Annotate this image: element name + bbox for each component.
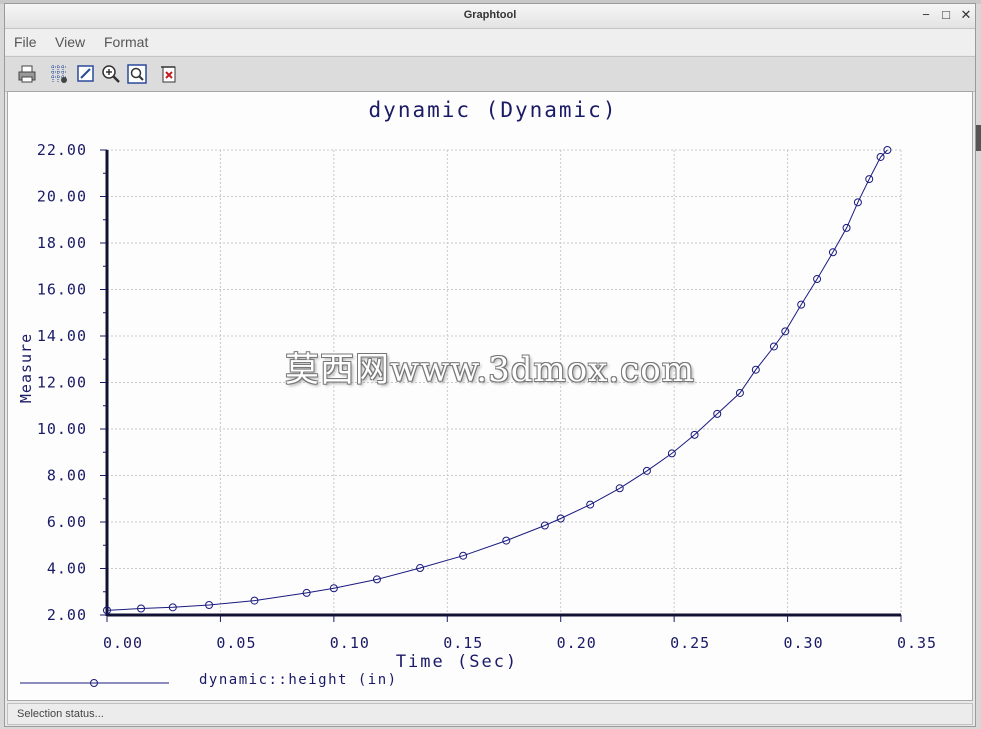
grid-icon[interactable] [49, 64, 69, 84]
y-tick-label: 4.00 [47, 560, 87, 578]
legend: dynamic::height (in) [20, 672, 398, 688]
x-tick-label: 0.30 [784, 634, 824, 652]
legend-label: dynamic::height (in) [199, 672, 398, 688]
graphtool-window: Graphtool − □ ✕ File View Format dynamic… [4, 3, 976, 727]
scrollbar-handle[interactable] [976, 125, 981, 151]
zoom-fit-icon[interactable] [127, 64, 147, 84]
x-tick-label: 0.35 [897, 634, 937, 652]
maximize-icon[interactable]: □ [937, 7, 955, 23]
minimize-icon[interactable]: − [917, 7, 935, 23]
print-icon[interactable] [17, 64, 37, 84]
edit-icon[interactable] [76, 64, 96, 84]
chart-title: dynamic (Dynamic) [369, 98, 618, 122]
y-tick-label: 10.00 [37, 420, 87, 438]
menu-view[interactable]: View [55, 34, 85, 50]
watermark: 莫西网www.3dmox.com [285, 350, 695, 390]
x-tick-label: 0.05 [216, 634, 256, 652]
y-tick-label: 22.00 [37, 141, 87, 159]
close-icon[interactable]: ✕ [957, 7, 975, 23]
x-tick-label: 0.25 [670, 634, 710, 652]
menu-format[interactable]: Format [104, 34, 148, 50]
x-tick-label: 0.15 [443, 634, 483, 652]
export-icon[interactable] [159, 64, 179, 84]
zoom-in-icon[interactable] [101, 64, 121, 84]
y-tick-label: 6.00 [47, 513, 87, 531]
x-tick-label: 0.10 [330, 634, 370, 652]
y-tick-label: 18.00 [37, 234, 87, 252]
y-tick-label: 2.00 [47, 606, 87, 624]
window-title: Graphtool [463, 9, 517, 21]
status-bar: Selection status... [7, 703, 973, 725]
status-text: Selection status... [17, 708, 104, 720]
x-tick-label: 0.20 [557, 634, 597, 652]
x-axis-label: Time (Sec) [396, 652, 518, 672]
menu-file[interactable]: File [14, 34, 37, 50]
y-tick-label: 16.00 [37, 281, 87, 299]
y-tick-label: 20.00 [37, 188, 87, 206]
menu-bar: File View Format [5, 29, 975, 55]
y-tick-label: 8.00 [47, 467, 87, 485]
x-tick-label: 0.00 [103, 634, 143, 652]
toolbar [5, 56, 975, 92]
chart-svg: dynamic (Dynamic) 0.00 0.05 0.10 0.15 0.20 0.… [17, 98, 937, 688]
plot-area: dynamic (Dynamic) 0.00 0.05 0.10 0.15 0.20 0.… [7, 91, 973, 701]
title-bar[interactable]: Graphtool − □ ✕ [5, 4, 975, 29]
